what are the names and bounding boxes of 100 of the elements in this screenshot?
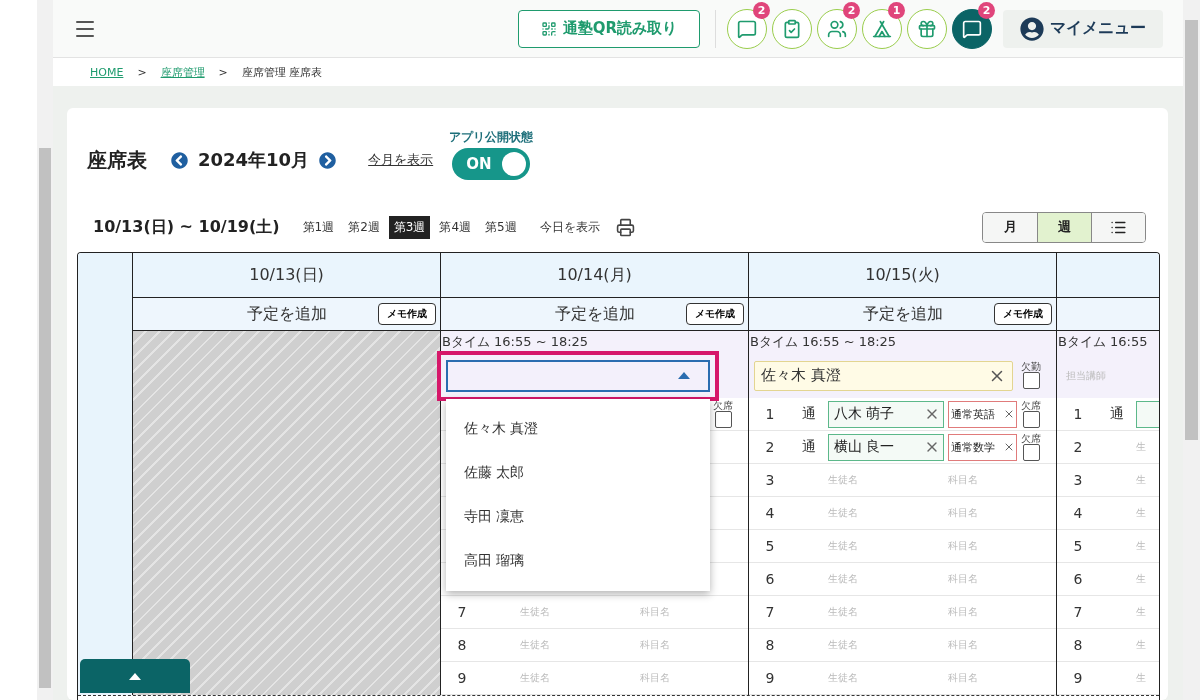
remove-icon[interactable] — [1003, 441, 1015, 453]
breadcrumb-link[interactable]: HOME — [90, 65, 124, 79]
time-slot: Bタイム 16:55 — [1057, 331, 1159, 353]
notification-badge: 1 — [888, 1, 905, 19]
subject-chip[interactable]: 通常数学 — [948, 433, 1017, 461]
week-tab[interactable]: 第1週 — [297, 215, 340, 239]
list-view-button[interactable] — [1091, 212, 1145, 242]
student-chip[interactable]: 八木 萌子 — [828, 400, 944, 428]
today-link[interactable]: 今日を表示 — [539, 218, 600, 236]
checklist-icon — [782, 18, 802, 39]
memo-button[interactable]: メモ作成 — [686, 303, 744, 325]
app-status-label: アプリ公開状態 — [449, 129, 534, 146]
subject-input[interactable]: 科目名 — [638, 629, 711, 661]
subject-input[interactable]: 科目名 — [946, 629, 1019, 661]
student-chip[interactable]: 横山 良一 — [828, 433, 944, 461]
student-input[interactable]: 生 — [1134, 497, 1159, 529]
next-month-icon[interactable] — [319, 152, 337, 169]
header-icon-button[interactable] — [727, 8, 767, 49]
student-input[interactable]: 生 — [1134, 662, 1159, 694]
add-schedule-link[interactable]: 予定を追加 — [246, 303, 327, 325]
absence-checkbox[interactable] — [714, 410, 732, 428]
student-input[interactable]: 生 — [1134, 431, 1159, 463]
remove-icon[interactable] — [1003, 408, 1015, 420]
caret-icon — [678, 372, 690, 379]
seat-number: 5 — [764, 538, 776, 554]
memo-button[interactable]: メモ作成 — [378, 303, 436, 325]
student-input[interactable]: 生徒名 — [826, 497, 946, 529]
subject-input[interactable]: 科目名 — [946, 530, 1019, 562]
menu-option[interactable]: 佐藤 太郎 — [446, 451, 710, 495]
subject-input[interactable]: 科目名 — [946, 662, 1019, 694]
student-input[interactable]: 生徒名 — [826, 629, 946, 661]
scrollbar[interactable] — [37, 0, 53, 700]
notification-badge: 2 — [843, 1, 860, 19]
student-input[interactable]: 生 — [1134, 530, 1159, 562]
print-icon[interactable] — [615, 217, 635, 237]
student-input[interactable]: 生徒名 — [826, 563, 946, 595]
chat-bubble-icon — [962, 18, 982, 39]
student-input[interactable]: 生 — [1134, 464, 1159, 496]
memo-button[interactable]: メモ作成 — [994, 303, 1052, 325]
view-button[interactable]: 月 — [983, 212, 1037, 242]
header-icon-button[interactable] — [862, 8, 902, 49]
subject-input[interactable]: 科目名 — [946, 563, 1019, 595]
seat-number: 9 — [764, 670, 776, 686]
week-tab[interactable]: 第3週 — [388, 215, 431, 239]
previous-month-icon[interactable] — [171, 152, 188, 169]
seat-number: 9 — [456, 670, 468, 686]
time-slot: Bタイム 16:55 ~ 18:25 — [749, 331, 1056, 353]
add-schedule-link[interactable]: 予定を追加 — [554, 303, 635, 325]
teacher-select[interactable] — [446, 359, 710, 392]
breadcrumb-link[interactable]: 座席管理 — [160, 64, 205, 80]
subject-input[interactable]: 科目名 — [946, 497, 1019, 529]
attendance-type: 通 — [1108, 405, 1125, 423]
header-icon-button[interactable] — [772, 8, 812, 49]
group-icon — [827, 18, 847, 39]
student-input[interactable]: 生 — [1134, 629, 1159, 661]
absence-checkbox[interactable] — [1022, 443, 1040, 461]
subject-input[interactable]: 科目名 — [638, 596, 711, 628]
view-button[interactable]: 週 — [1037, 212, 1091, 242]
add-schedule-link[interactable]: 予定を追加 — [862, 303, 943, 325]
menu-option[interactable]: 寺田 凜恵 — [446, 495, 710, 539]
month-label: 2024年10月 — [198, 148, 310, 172]
absence-label: 欠席 — [1021, 400, 1041, 411]
seat-number: 5 — [1072, 538, 1084, 554]
this-month-link[interactable]: 今月を表示 — [368, 151, 434, 169]
caret-icon — [129, 672, 141, 680]
header-icon-button[interactable] — [952, 8, 992, 49]
subject-input[interactable]: 科目名 — [946, 464, 1019, 496]
student-input[interactable]: 生徒名 — [518, 596, 638, 628]
student-input[interactable]: 生徒名 — [518, 662, 638, 694]
student-input[interactable]: 生徒名 — [826, 596, 946, 628]
app-status-toggle[interactable]: ON — [452, 148, 531, 180]
absence-checkbox[interactable] — [1022, 410, 1040, 428]
scrollbar[interactable] — [1183, 0, 1200, 700]
subject-input[interactable]: 科目名 — [946, 596, 1019, 628]
student-input[interactable]: 生徒名 — [826, 530, 946, 562]
week-tab[interactable]: 第5週 — [480, 215, 522, 239]
menu-option[interactable]: 佐々木 真澄 — [446, 407, 710, 451]
header-icon-button[interactable] — [907, 8, 947, 49]
subject-input[interactable]: 科目名 — [638, 662, 711, 694]
menu-option[interactable]: 高田 瑠璃 — [446, 539, 710, 583]
gift-icon — [917, 18, 937, 39]
my-menu-button[interactable]: マイメニュー — [1003, 9, 1163, 48]
teacher-chip[interactable]: 佐々木 真澄 — [754, 360, 1013, 391]
breadcrumb-label: > — [218, 65, 228, 79]
student-input[interactable]: 生徒名 — [518, 629, 638, 661]
seat-number: 3 — [1072, 472, 1084, 488]
student-input[interactable]: 生徒名 — [826, 662, 946, 694]
header-icon-button[interactable] — [817, 8, 857, 49]
qr-scan-button[interactable]: 通塾QR読み取り — [518, 9, 700, 48]
seat-number: 7 — [1072, 604, 1084, 620]
seat-number: 7 — [456, 604, 468, 620]
student-input[interactable]: 生 — [1134, 563, 1159, 595]
student-input[interactable]: 生徒名 — [826, 464, 946, 496]
absence-checkbox[interactable] — [1022, 372, 1040, 389]
student-input[interactable]: 生 — [1134, 596, 1159, 628]
week-tab[interactable]: 第2週 — [343, 215, 385, 239]
week-tab[interactable]: 第4週 — [434, 215, 477, 239]
seat-number: 2 — [1072, 439, 1084, 455]
subject-chip[interactable]: 通常英語 — [948, 400, 1017, 428]
chat-bubble-icon — [737, 18, 757, 39]
